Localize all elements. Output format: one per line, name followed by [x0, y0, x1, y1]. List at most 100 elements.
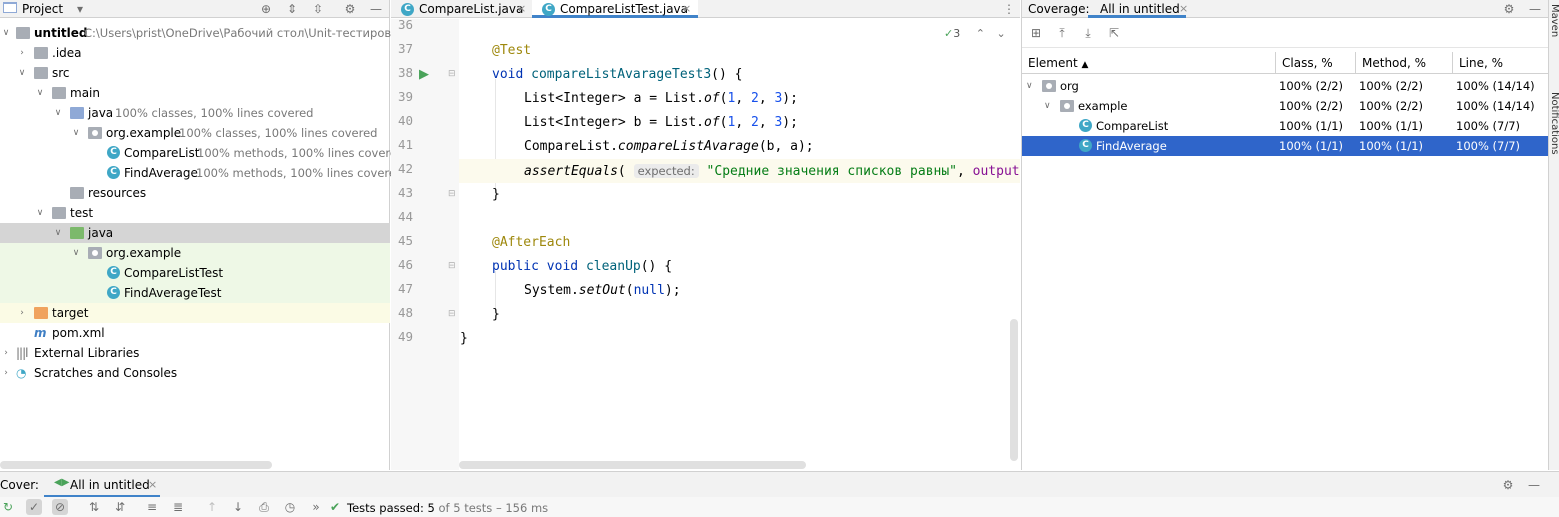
- chevron-down-icon[interactable]: ∨: [16, 63, 28, 83]
- column-class[interactable]: Class, %: [1276, 52, 1356, 74]
- horizontal-scrollbar[interactable]: [0, 461, 272, 469]
- inspection-widget[interactable]: ✓3 ⌃ ⌄: [944, 27, 1006, 40]
- chevron-right-icon[interactable]: ›: [16, 43, 28, 63]
- show-ignored-icon[interactable]: ⊘: [52, 499, 68, 515]
- tree-item-scratches[interactable]: › ◔ Scratches and Consoles: [0, 363, 390, 383]
- chevron-down-icon[interactable]: ∨: [1026, 76, 1033, 96]
- chevron-down-icon[interactable]: ∨: [52, 223, 64, 243]
- tree-item-external-libraries[interactable]: › |||l External Libraries: [0, 343, 390, 363]
- chevron-down-icon[interactable]: ∨: [0, 23, 12, 43]
- tree-item-label: FindAverageTest: [124, 286, 222, 300]
- line-number: 47: [397, 281, 413, 296]
- expand-all-icon[interactable]: ≡: [144, 499, 160, 515]
- coverage-row-comparelist[interactable]: C CompareList 100% (1/1) 100% (1/1) 100%…: [1022, 116, 1549, 136]
- fold-icon[interactable]: ⊟: [448, 189, 456, 199]
- show-passed-icon[interactable]: ✓: [26, 499, 42, 515]
- tree-item-test-package[interactable]: ∨ org.example: [0, 243, 390, 263]
- code-area[interactable]: @Test void compareListAvarageTest3() { L…: [459, 19, 1020, 470]
- class-icon: C: [107, 146, 120, 159]
- rerun-icon[interactable]: ↻: [0, 499, 16, 515]
- chevron-down-icon[interactable]: ∨: [34, 83, 46, 103]
- next-failed-icon[interactable]: ↓: [230, 499, 246, 515]
- notifications-tool-button[interactable]: Notifications: [1549, 92, 1559, 155]
- run-test-icon[interactable]: ▶: [419, 67, 429, 82]
- chevron-right-icon[interactable]: ›: [0, 343, 12, 363]
- chevron-down-icon[interactable]: ∨: [1044, 96, 1051, 116]
- more-icon[interactable]: »: [308, 499, 324, 515]
- tree-item-label: src: [52, 66, 70, 80]
- tree-item-label: pom.xml: [52, 326, 105, 340]
- project-panel-title[interactable]: Project: [22, 2, 63, 16]
- tree-item-main-java[interactable]: ∨ java 100% classes, 100% lines covered: [0, 103, 390, 123]
- column-element[interactable]: Element ▲: [1022, 52, 1276, 74]
- tree-item-comparelisttest[interactable]: C CompareListTest: [0, 263, 390, 283]
- tab-comparelisttest[interactable]: C CompareListTest.java ×: [532, 0, 698, 18]
- chevron-up-icon[interactable]: ⌃: [976, 27, 985, 40]
- more-options-icon[interactable]: ⋮: [1001, 1, 1017, 17]
- tree-item-findaverage[interactable]: C FindAverage 100% methods, 100% lines c…: [0, 163, 403, 183]
- coverage-hint: 100% classes, 100% lines covered: [179, 126, 378, 140]
- minimize-icon[interactable]: —: [1526, 477, 1542, 493]
- tree-item-test[interactable]: ∨ test: [0, 203, 390, 223]
- tree-item-idea[interactable]: › .idea: [0, 43, 390, 63]
- tree-item-target[interactable]: › target: [0, 303, 390, 323]
- gear-icon[interactable]: ⚙: [1501, 1, 1517, 17]
- close-icon[interactable]: ×: [148, 478, 157, 491]
- column-line[interactable]: Line, %: [1453, 52, 1549, 74]
- export-icon[interactable]: ⤓: [1080, 25, 1096, 41]
- maven-tool-button[interactable]: Maven: [1549, 4, 1559, 37]
- previous-failed-icon[interactable]: ↑: [204, 499, 220, 515]
- gear-icon[interactable]: ⚙: [1500, 477, 1516, 493]
- tab-run-suite[interactable]: ◀▶ All in untitled ×: [44, 472, 160, 498]
- code-line-41: CompareList.compareListAvarage(b, a);: [524, 139, 814, 154]
- tab-coverage-suite[interactable]: All in untitled ×: [1088, 0, 1188, 18]
- chevron-down-icon[interactable]: ∨: [70, 123, 82, 143]
- minimize-icon[interactable]: —: [1527, 1, 1543, 17]
- gear-icon[interactable]: ⚙: [342, 1, 358, 17]
- column-method[interactable]: Method, %: [1356, 52, 1453, 74]
- close-icon[interactable]: ×: [517, 0, 526, 18]
- import-icon[interactable]: ⤒: [1054, 25, 1070, 41]
- line-coverage: 100% (14/14): [1456, 99, 1535, 113]
- chevron-down-icon[interactable]: ⌄: [996, 27, 1005, 40]
- collapse-all-icon[interactable]: ⇳: [310, 1, 326, 17]
- vertical-scrollbar[interactable]: [1010, 319, 1018, 461]
- collapse-all-icon[interactable]: ≣: [170, 499, 186, 515]
- chevron-right-icon[interactable]: ›: [0, 363, 12, 383]
- test-class-icon: C: [107, 266, 120, 279]
- expand-all-icon[interactable]: ⇕: [284, 1, 300, 17]
- fold-icon[interactable]: ⊟: [448, 69, 456, 79]
- horizontal-scrollbar[interactable]: [459, 461, 806, 469]
- coverage-row-example[interactable]: ∨ example 100% (2/2) 100% (2/2) 100% (14…: [1022, 96, 1549, 116]
- locate-icon[interactable]: ⊕: [258, 1, 274, 17]
- minimize-icon[interactable]: —: [368, 1, 384, 17]
- chevron-down-icon[interactable]: ∨: [52, 103, 64, 123]
- sort-alpha-icon[interactable]: ⇅: [86, 499, 102, 515]
- close-icon[interactable]: ×: [682, 0, 691, 18]
- fold-icon[interactable]: ⊟: [448, 309, 456, 319]
- tab-comparelist[interactable]: C CompareList.java ×: [391, 0, 531, 18]
- history-icon[interactable]: ◷: [282, 499, 298, 515]
- tree-item-comparelist[interactable]: C CompareList 100% methods, 100% lines c…: [0, 143, 404, 163]
- tree-item-path-hint: C:\Users\prist\OneDrive\Рабочий стол\Uni…: [84, 26, 414, 40]
- tree-item-main-package[interactable]: ∨ org.example 100% classes, 100% lines c…: [0, 123, 390, 143]
- export-results-icon[interactable]: ⎙: [256, 499, 272, 515]
- coverage-row-findaverage[interactable]: C FindAverage 100% (1/1) 100% (1/1) 100%…: [1022, 136, 1549, 156]
- tree-item-test-java[interactable]: ∨ java: [0, 223, 390, 243]
- tree-item-findaveragetest[interactable]: C FindAverageTest: [0, 283, 390, 303]
- tree-item-untitled[interactable]: ∨ untitled C:\Users\prist\OneDrive\Рабоч…: [0, 23, 413, 43]
- close-icon[interactable]: ×: [1179, 2, 1188, 15]
- tree-item-pom[interactable]: m pom.xml: [0, 323, 390, 343]
- tree-item-main[interactable]: ∨ main: [0, 83, 390, 103]
- open-external-icon[interactable]: ⇱: [1106, 25, 1122, 41]
- sort-duration-icon[interactable]: ⇵: [112, 499, 128, 515]
- flatten-packages-icon[interactable]: ⊞: [1028, 25, 1044, 41]
- tree-item-resources[interactable]: resources: [0, 183, 390, 203]
- coverage-row-org[interactable]: ∨ org 100% (2/2) 100% (2/2) 100% (14/14): [1022, 76, 1549, 96]
- chevron-right-icon[interactable]: ›: [16, 303, 28, 323]
- chevron-down-icon[interactable]: ∨: [34, 203, 46, 223]
- tree-item-src[interactable]: ∨ src: [0, 63, 390, 83]
- chevron-down-icon[interactable]: ▾: [72, 1, 88, 17]
- fold-icon[interactable]: ⊟: [448, 261, 456, 271]
- chevron-down-icon[interactable]: ∨: [70, 243, 82, 263]
